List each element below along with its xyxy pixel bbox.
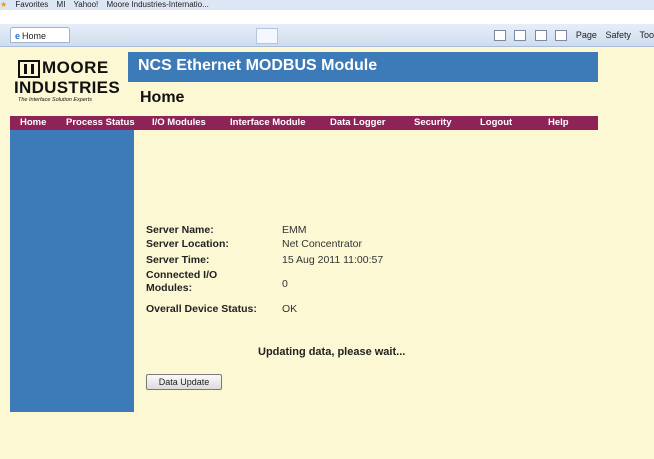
print-icon[interactable]: [555, 30, 568, 42]
page-title: Home: [140, 89, 185, 106]
logo-text-moore: MOORE: [42, 58, 109, 77]
browser-tab[interactable]: e Home: [10, 27, 70, 43]
favorite-link-moore[interactable]: Moore Industries-Internatio...: [107, 0, 209, 9]
browser-tab-bar: e Home Page Safety Too: [0, 24, 654, 47]
nav-io-modules[interactable]: I/O Modules: [152, 116, 206, 130]
device-status-value: OK: [282, 303, 298, 315]
app-title: NCS Ethernet MODBUS Module: [138, 57, 378, 74]
ie-icon: e: [15, 31, 21, 41]
left-sidebar: [10, 130, 134, 412]
favorite-link-mi[interactable]: MI: [57, 0, 66, 9]
favorites-button[interactable]: Favorites: [15, 0, 48, 9]
server-time-value: 15 Aug 2011 11:00:57: [282, 254, 384, 266]
mail-icon[interactable]: [534, 30, 547, 42]
nav-security[interactable]: Security: [414, 116, 452, 130]
safety-menu[interactable]: Safety: [605, 30, 631, 40]
new-tab-button[interactable]: [256, 28, 278, 44]
browser-tab-title: Home: [22, 31, 47, 41]
logo-mark-icon: [18, 60, 40, 78]
tools-menu[interactable]: Too: [639, 30, 654, 40]
connected-modules-value: 0: [282, 278, 288, 290]
nav-help[interactable]: Help: [548, 116, 569, 130]
toolbar-gap: [0, 10, 654, 24]
server-location-label: Server Location:: [146, 238, 229, 250]
connected-modules-label-line1: Connected I/O: [146, 269, 218, 281]
connected-modules-label-line2: Modules:: [146, 282, 193, 294]
server-name-label: Server Name:: [146, 224, 214, 236]
server-name-value: EMM: [282, 224, 307, 236]
logo-text-industries: INDUSTRIES: [14, 78, 120, 97]
moore-industries-logo: MOORE INDUSTRIES The Interface Solution …: [4, 52, 132, 114]
title-banner: NCS Ethernet MODBUS Module: [128, 52, 598, 82]
main-nav: Home Process Status I/O Modules Interfac…: [10, 116, 598, 130]
nav-process-status[interactable]: Process Status: [66, 116, 135, 130]
home-icon[interactable]: [493, 30, 506, 42]
feeds-icon[interactable]: [514, 30, 527, 42]
nav-home[interactable]: Home: [20, 116, 46, 130]
logo-tagline: The Interface Solution Experts: [18, 97, 92, 103]
nav-interface-module[interactable]: Interface Module: [230, 116, 306, 130]
data-update-button[interactable]: Data Update: [146, 374, 222, 390]
updating-message: Updating data, please wait...: [258, 346, 406, 358]
command-bar: Page Safety Too: [488, 24, 654, 46]
nav-logout[interactable]: Logout: [480, 116, 512, 130]
favorites-star-icon: ★: [0, 0, 8, 9]
nav-data-logger[interactable]: Data Logger: [330, 116, 385, 130]
server-time-label: Server Time:: [146, 254, 210, 266]
favorite-link-yahoo[interactable]: Yahoo!: [74, 0, 99, 9]
page-menu[interactable]: Page: [576, 30, 597, 40]
server-location-value: Net Concentrator: [282, 238, 362, 250]
device-status-label: Overall Device Status:: [146, 303, 257, 315]
